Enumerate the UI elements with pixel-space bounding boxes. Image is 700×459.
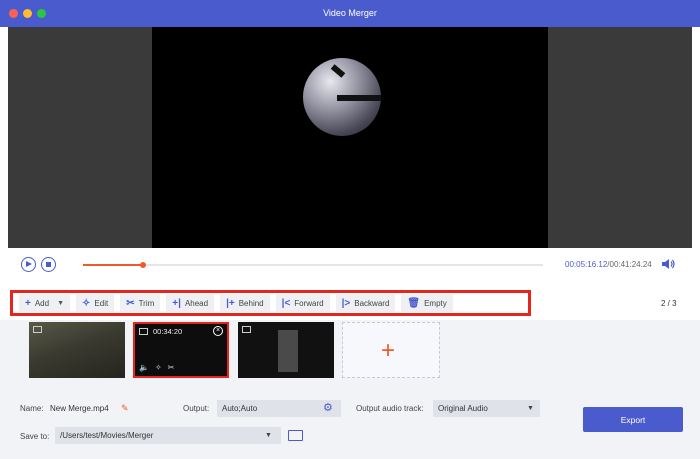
volume-icon[interactable] — [661, 258, 675, 270]
chevron-down-icon[interactable]: ▼ — [265, 432, 272, 439]
output-settings: Name: New Merge.mp4 ✎ Output: Auto;Auto … — [0, 378, 700, 459]
ahead-button[interactable]: +| Ahead — [166, 294, 215, 312]
film-icon — [242, 326, 251, 333]
empty-label: Empty — [424, 298, 447, 308]
page-total: 3 — [672, 299, 677, 308]
preview-area — [8, 27, 692, 248]
clip-strip: 00:34:20 × 🔈 ✧ ✂ + — [0, 320, 700, 378]
audio-icon[interactable]: 🔈 — [139, 363, 149, 372]
clip-tools: 🔈 ✧ ✂ — [139, 363, 174, 372]
move-forward-icon: |< — [281, 297, 291, 309]
clip-duration: 00:34:20 — [153, 327, 183, 336]
clip-thumbnail-3[interactable] — [238, 322, 334, 378]
page-indicator: 2 / 3 — [661, 299, 677, 308]
playback-controls: 00:05:16.12/00:41:24.24 — [0, 248, 700, 284]
backward-label: Backward — [354, 298, 390, 308]
film-icon — [33, 326, 42, 333]
move-backward-icon: |> — [341, 297, 351, 309]
gear-icon[interactable]: ⚙ — [323, 402, 335, 414]
add-clip-button[interactable]: + — [342, 322, 440, 378]
insert-behind-icon: |+ — [226, 297, 235, 309]
magic-wand-icon[interactable]: ✧ — [155, 363, 162, 372]
trim-button[interactable]: ✂ Trim — [120, 294, 161, 312]
progress-track[interactable] — [83, 262, 543, 268]
output-value: Auto;Auto — [222, 404, 258, 413]
play-button[interactable] — [21, 257, 36, 272]
window-title: Video Merger — [323, 8, 377, 18]
audio-track-select[interactable]: Original Audio — [433, 400, 540, 417]
total-time: /00:41:24.24 — [607, 260, 652, 269]
pencil-icon[interactable]: ✎ — [121, 403, 131, 413]
plus-icon: + — [381, 337, 396, 364]
clip-toolbar: + Add ▼ ✧ Edit ✂ Trim +| Ahead |+ Behind… — [10, 290, 531, 316]
scissors-icon[interactable]: ✂ — [168, 363, 175, 372]
toolbar-row: + Add ▼ ✧ Edit ✂ Trim +| Ahead |+ Behind… — [0, 284, 700, 320]
audio-track-value: Original Audio — [438, 404, 488, 413]
trim-label: Trim — [138, 298, 155, 308]
video-preview[interactable] — [152, 27, 548, 248]
trash-icon: 🗑 — [407, 297, 421, 309]
film-icon — [139, 328, 148, 335]
logo-sphere — [303, 58, 381, 136]
progress-handle[interactable] — [139, 262, 146, 268]
name-value: New Merge.mp4 — [50, 404, 109, 413]
title-bar: Video Merger — [0, 0, 700, 27]
add-button[interactable]: + Add ▼ — [19, 294, 71, 312]
chevron-down-icon[interactable]: ▼ — [527, 405, 534, 412]
scissors-icon: ✂ — [126, 297, 135, 309]
edit-label: Edit — [94, 298, 109, 308]
plus-icon: + — [25, 297, 31, 309]
add-label: Add — [34, 298, 50, 308]
chevron-down-icon[interactable]: ▼ — [57, 300, 64, 307]
insert-ahead-icon: +| — [172, 297, 181, 309]
behind-label: Behind — [238, 298, 264, 308]
clip-frame — [278, 330, 298, 372]
audio-track-label: Output audio track: — [356, 404, 424, 413]
clip-thumbnail-1[interactable] — [29, 322, 125, 378]
empty-button[interactable]: 🗑 Empty — [401, 294, 453, 312]
ahead-label: Ahead — [184, 298, 209, 308]
current-time: 00:05:16.12 — [565, 260, 608, 269]
page-current: 2 — [661, 299, 666, 308]
export-label: Export — [620, 414, 646, 425]
folder-icon[interactable] — [288, 430, 303, 441]
edit-button[interactable]: ✧ Edit — [76, 294, 115, 312]
clip-thumbnail-2[interactable]: 00:34:20 × 🔈 ✧ ✂ — [133, 322, 229, 378]
magic-wand-icon: ✧ — [82, 297, 91, 309]
forward-label: Forward — [294, 298, 324, 308]
output-label: Output: — [183, 404, 210, 413]
progress-fill — [83, 264, 143, 266]
backward-button[interactable]: |> Backward — [335, 294, 396, 312]
name-label: Name: — [20, 404, 44, 413]
timecode: 00:05:16.12/00:41:24.24 — [565, 260, 652, 269]
save-path-select[interactable]: /Users/test/Movies/Merger — [55, 427, 281, 444]
behind-button[interactable]: |+ Behind — [220, 294, 270, 312]
close-icon[interactable]: × — [213, 326, 223, 336]
save-to-label: Save to: — [20, 432, 50, 441]
save-path-value: /Users/test/Movies/Merger — [60, 431, 154, 440]
stop-button[interactable] — [41, 257, 56, 272]
forward-button[interactable]: |< Forward — [275, 294, 330, 312]
export-button[interactable]: Export — [583, 407, 683, 432]
